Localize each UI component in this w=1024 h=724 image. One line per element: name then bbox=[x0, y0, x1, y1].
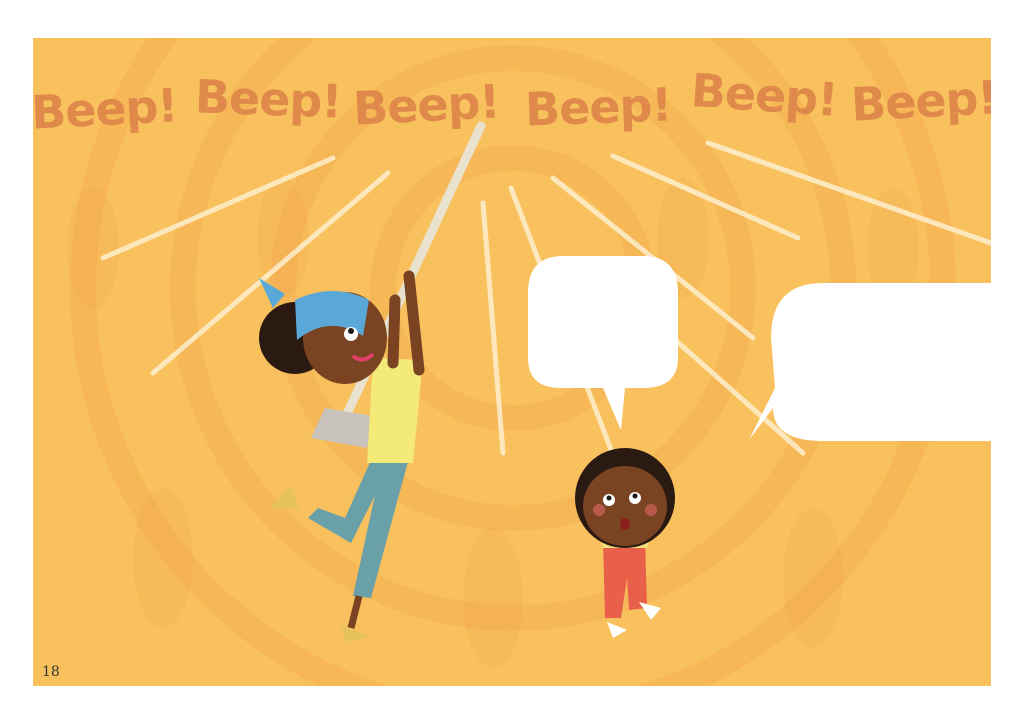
woman-arm-left bbox=[387, 294, 401, 369]
beep-text: Beep! bbox=[194, 69, 343, 129]
page-number: 18 bbox=[42, 664, 60, 680]
scene-illustration bbox=[33, 38, 991, 686]
beep-text: Beep! bbox=[524, 77, 673, 137]
beep-text: Beep! bbox=[849, 70, 991, 132]
child-cheek-right bbox=[645, 504, 657, 516]
child-pupil-left bbox=[606, 495, 612, 501]
beep-text: Beep! bbox=[689, 62, 840, 128]
beep-text: Beep! bbox=[351, 74, 501, 136]
beep-text: Beep! bbox=[33, 78, 179, 140]
illustration-page: Beep! Beep! Beep! Beep! Beep! Beep! bbox=[33, 38, 991, 686]
child-mouth bbox=[620, 518, 630, 530]
child-pupil-right bbox=[632, 493, 638, 499]
child-cheek-left bbox=[593, 504, 605, 516]
woman-pupil bbox=[348, 328, 354, 334]
speech-bubble-right bbox=[749, 283, 991, 441]
